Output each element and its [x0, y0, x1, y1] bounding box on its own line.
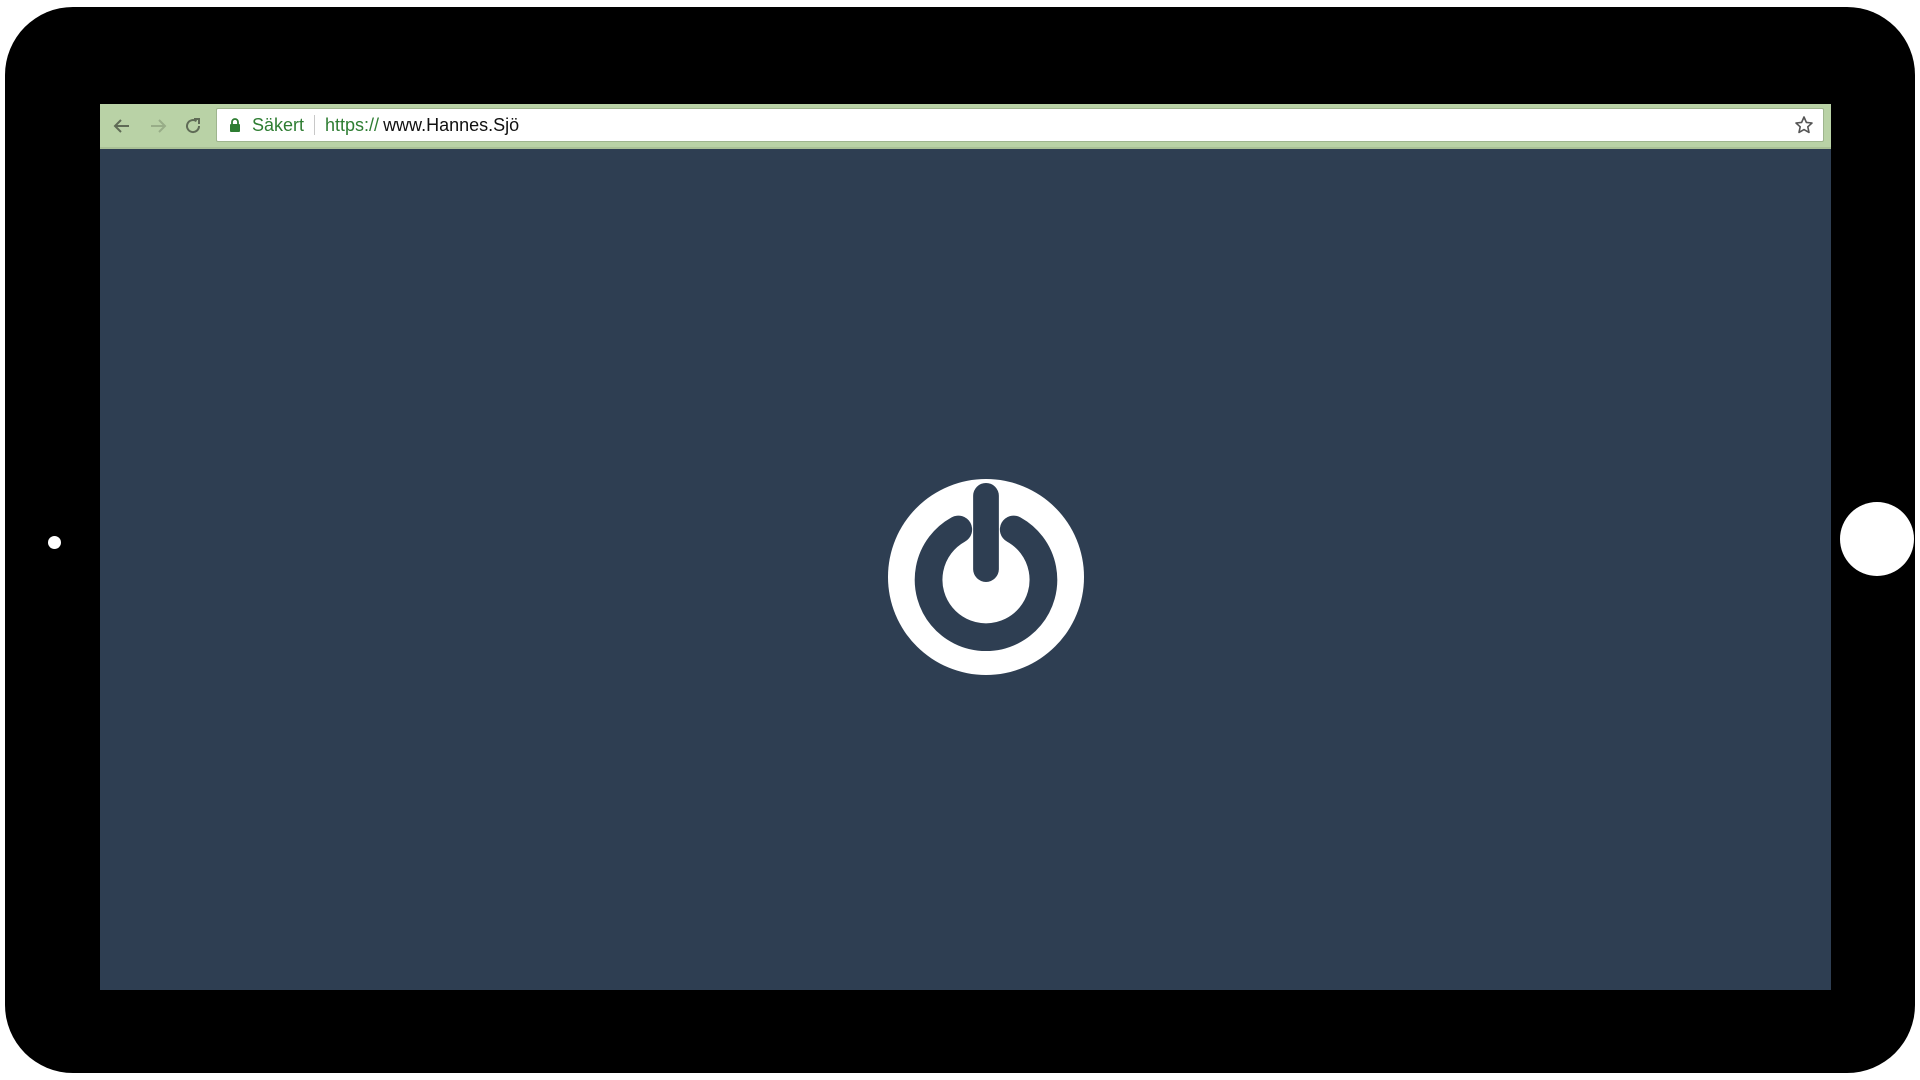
- camera-dot: [48, 536, 61, 549]
- back-button[interactable]: [110, 114, 134, 138]
- bookmark-star-button[interactable]: [1793, 114, 1815, 136]
- star-icon: [1795, 116, 1813, 134]
- power-icon: [887, 478, 1085, 676]
- secure-label: Säkert: [252, 114, 305, 135]
- address-bar[interactable]: Säkert https:// www.Hannes.Sjö: [216, 108, 1824, 142]
- arrow-right-icon: [151, 119, 167, 133]
- arrow-left-icon: [113, 119, 129, 133]
- home-button[interactable]: [1840, 502, 1914, 576]
- lock-icon: [229, 117, 243, 133]
- reload-icon: [186, 118, 201, 134]
- tablet-frame: Säkert https:// www.Hannes.Sjö: [5, 7, 1915, 1073]
- url-scheme: https://: [325, 114, 380, 135]
- browser-toolbar: Säkert https:// www.Hannes.Sjö: [100, 104, 1831, 149]
- address-divider: [314, 115, 316, 135]
- browser-window: Säkert https:// www.Hannes.Sjö: [100, 104, 1831, 990]
- reload-button[interactable]: [181, 114, 205, 138]
- url-host: www.Hannes.Sjö: [383, 114, 520, 135]
- forward-button[interactable]: [146, 114, 170, 138]
